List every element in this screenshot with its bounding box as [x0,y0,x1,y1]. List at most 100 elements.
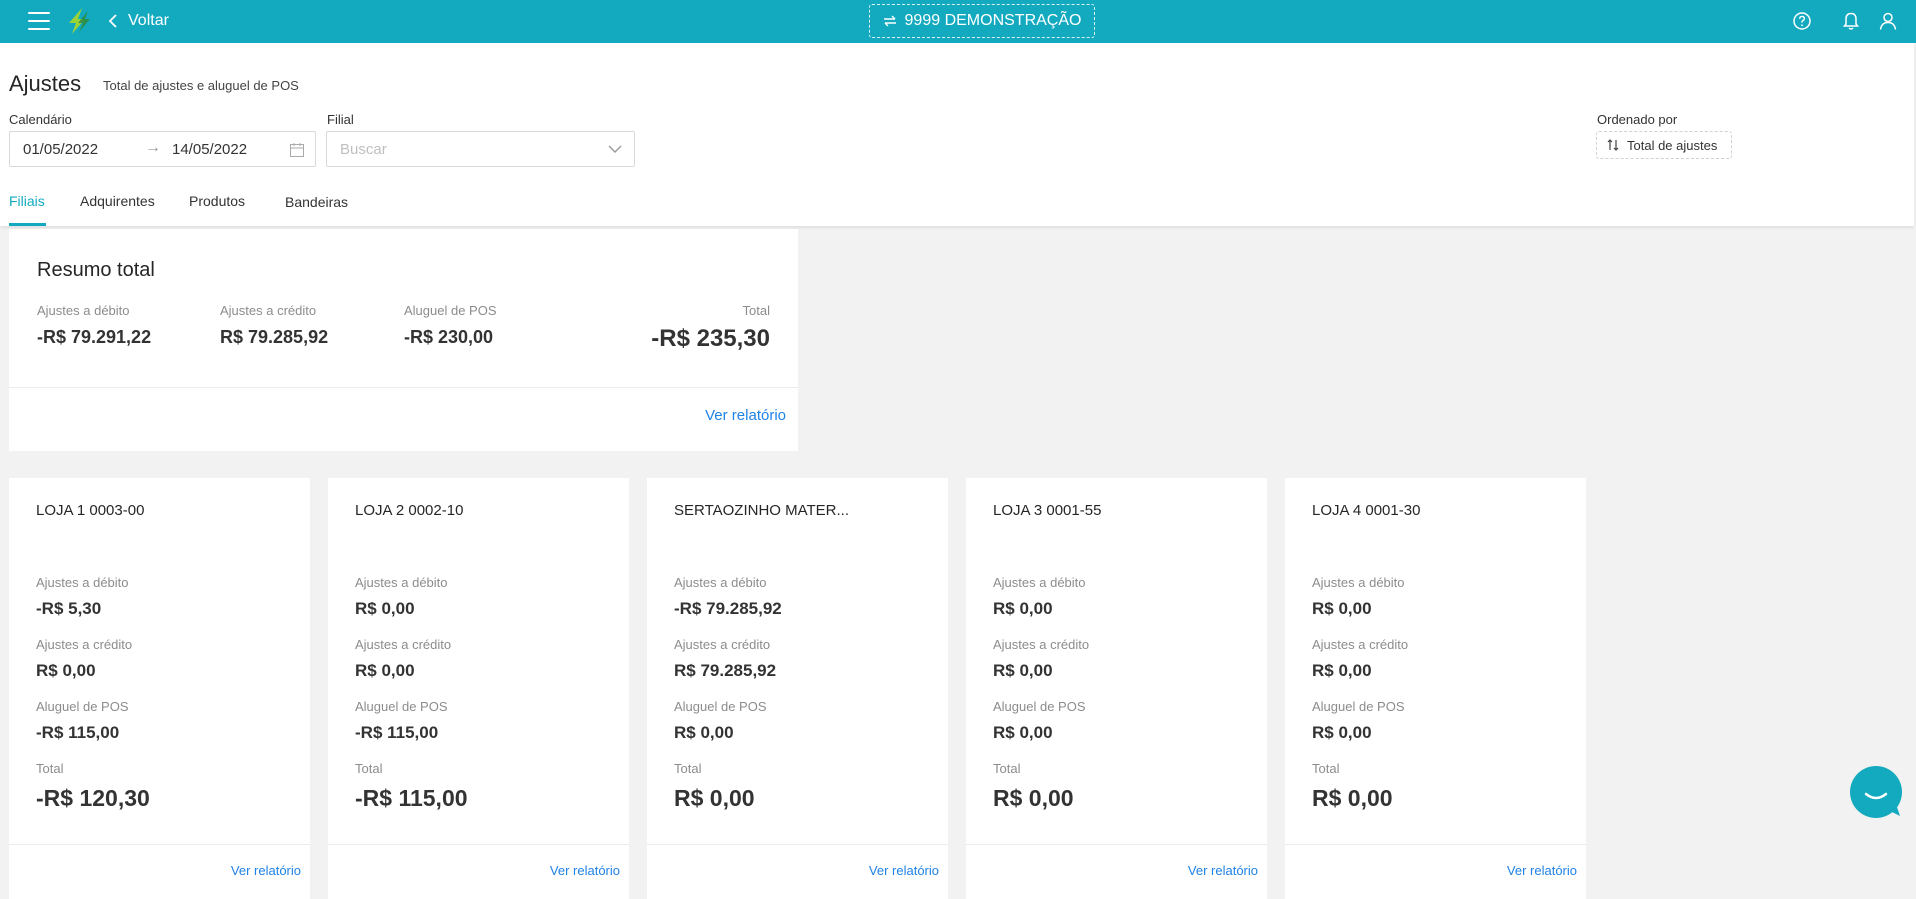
card-divider [328,844,629,845]
rent-value: R$ 0,00 [993,723,1053,742]
summary-debit-label: Ajustes a débito [37,303,130,318]
filial-select[interactable]: Buscar [326,131,635,167]
rent-label: Aluguel de POS [1312,699,1405,714]
tab-filiais[interactable]: Filiais [9,193,45,209]
rent-value: R$ 0,00 [674,723,734,742]
total-label: Total [36,761,64,776]
credit-value: R$ 79.285,92 [674,661,777,680]
back-button[interactable]: Voltar [108,10,169,32]
order-value: Total de ajustes [1627,137,1718,153]
store-name: LOJA 3 0001-55 [993,502,1102,519]
card-divider [9,844,310,845]
credit-value: R$ 0,00 [993,661,1053,680]
filter-header: Ajustes Total de ajustes e aluguel de PO… [0,43,1914,226]
store-report-link[interactable]: Ver relatório [550,863,620,878]
credit-value: R$ 0,00 [1312,661,1372,680]
credit-label: Ajustes a crédito [1312,637,1409,652]
summary-report-link[interactable]: Ver relatório [705,407,786,424]
tab-bandeiras[interactable]: Bandeiras [285,194,348,210]
chat-icon [1864,792,1900,816]
calendar-icon[interactable] [289,142,305,158]
help-icon[interactable] [1792,11,1812,31]
tab-adquirentes[interactable]: Adquirentes [80,193,155,209]
summary-total-value: -R$ 235,30 [651,325,770,352]
total-label: Total [674,761,702,776]
filial-label: Filial [327,112,354,127]
store-name: LOJA 2 0002-10 [355,502,464,519]
chat-button[interactable] [1850,766,1902,818]
company-switcher[interactable]: 9999 DEMONSTRAÇÃO [869,4,1095,38]
summary-title: Resumo total [37,259,155,281]
store-report-link[interactable]: Ver relatório [1188,863,1258,878]
active-tab-indicator [9,223,46,226]
page-title: Ajustes [9,71,82,96]
total-value: -R$ 115,00 [355,785,468,811]
menu-icon[interactable] [28,12,50,30]
swap-icon [883,15,896,27]
summary-total-label: Total [742,303,770,318]
card-divider [966,844,1267,845]
store-card: SERTAOZINHO MATER... Ajustes a débito -R… [647,478,948,899]
credit-label: Ajustes a crédito [993,637,1090,652]
summary-card: Resumo total Ajustes a débito -R$ 79.291… [9,229,798,451]
debit-value: -R$ 5,30 [36,599,102,618]
credit-label: Ajustes a crédito [674,637,771,652]
credit-value: R$ 0,00 [355,661,415,680]
back-label: Voltar [128,12,169,29]
store-card: LOJA 4 0001-30 Ajustes a débito R$ 0,00 … [1285,478,1586,899]
store-report-link[interactable]: Ver relatório [1507,863,1577,878]
chevron-down-icon [608,145,622,153]
order-by-button[interactable]: Total de ajustes [1596,131,1732,159]
summary-divider [9,387,798,388]
filial-placeholder: Buscar [340,141,387,158]
rent-label: Aluguel de POS [355,699,448,714]
debit-value: R$ 0,00 [1312,599,1372,618]
debit-value: R$ 0,00 [355,599,415,618]
date-range-picker[interactable]: 01/05/2022 → 14/05/2022 [9,131,316,167]
rent-value: -R$ 115,00 [36,723,120,742]
store-name: LOJA 4 0001-30 [1312,502,1421,519]
store-name: LOJA 1 0003-00 [36,502,145,519]
store-card: LOJA 3 0001-55 Ajustes a débito R$ 0,00 … [966,478,1267,899]
date-start-input[interactable]: 01/05/2022 [23,141,98,158]
total-value: -R$ 120,30 [36,785,150,811]
store-name: SERTAOZINHO MATER... [674,502,850,519]
total-value: R$ 0,00 [674,785,755,811]
tab-produtos[interactable]: Produtos [189,193,245,209]
credit-value: R$ 0,00 [36,661,96,680]
page-subtitle: Total de ajustes e aluguel de POS [103,78,299,93]
card-divider [1285,844,1586,845]
total-value: R$ 0,00 [1312,785,1393,811]
summary-total: Total -R$ 235,30 [651,303,770,353]
company-label: 9999 DEMONSTRAÇÃO [904,12,1082,29]
arrow-right-icon: → [145,139,161,156]
rent-value: R$ 0,00 [1312,723,1372,742]
debit-value: R$ 0,00 [993,599,1053,618]
summary-credit-label: Ajustes a crédito [220,303,317,318]
order-label: Ordenado por [1597,112,1678,127]
total-value: R$ 0,00 [993,785,1074,811]
summary-rent-label: Aluguel de POS [404,303,497,318]
top-bar: Voltar 9999 DEMONSTRAÇÃO [0,0,1916,43]
summary-rent-value: -R$ 230,00 [404,327,494,347]
card-divider [647,844,948,845]
date-end-input[interactable]: 14/05/2022 [172,141,247,158]
debit-label: Ajustes a débito [36,575,129,590]
credit-label: Ajustes a crédito [36,637,133,652]
logo-icon [69,8,90,34]
sort-icon [1607,139,1619,151]
rent-value: -R$ 115,00 [355,723,439,742]
credit-label: Ajustes a crédito [355,637,452,652]
total-label: Total [1312,761,1340,776]
bell-icon[interactable] [1841,11,1861,31]
summary-debit: Ajustes a débito -R$ 79.291,22 [37,303,151,348]
rent-label: Aluguel de POS [674,699,767,714]
calendar-label: Calendário [9,112,72,127]
store-report-link[interactable]: Ver relatório [231,863,301,878]
debit-value: -R$ 79.285,92 [674,599,782,618]
chevron-left-icon [108,14,117,28]
rent-label: Aluguel de POS [993,699,1086,714]
store-card: LOJA 2 0002-10 Ajustes a débito R$ 0,00 … [328,478,629,899]
store-report-link[interactable]: Ver relatório [869,863,939,878]
user-icon[interactable] [1878,11,1898,31]
